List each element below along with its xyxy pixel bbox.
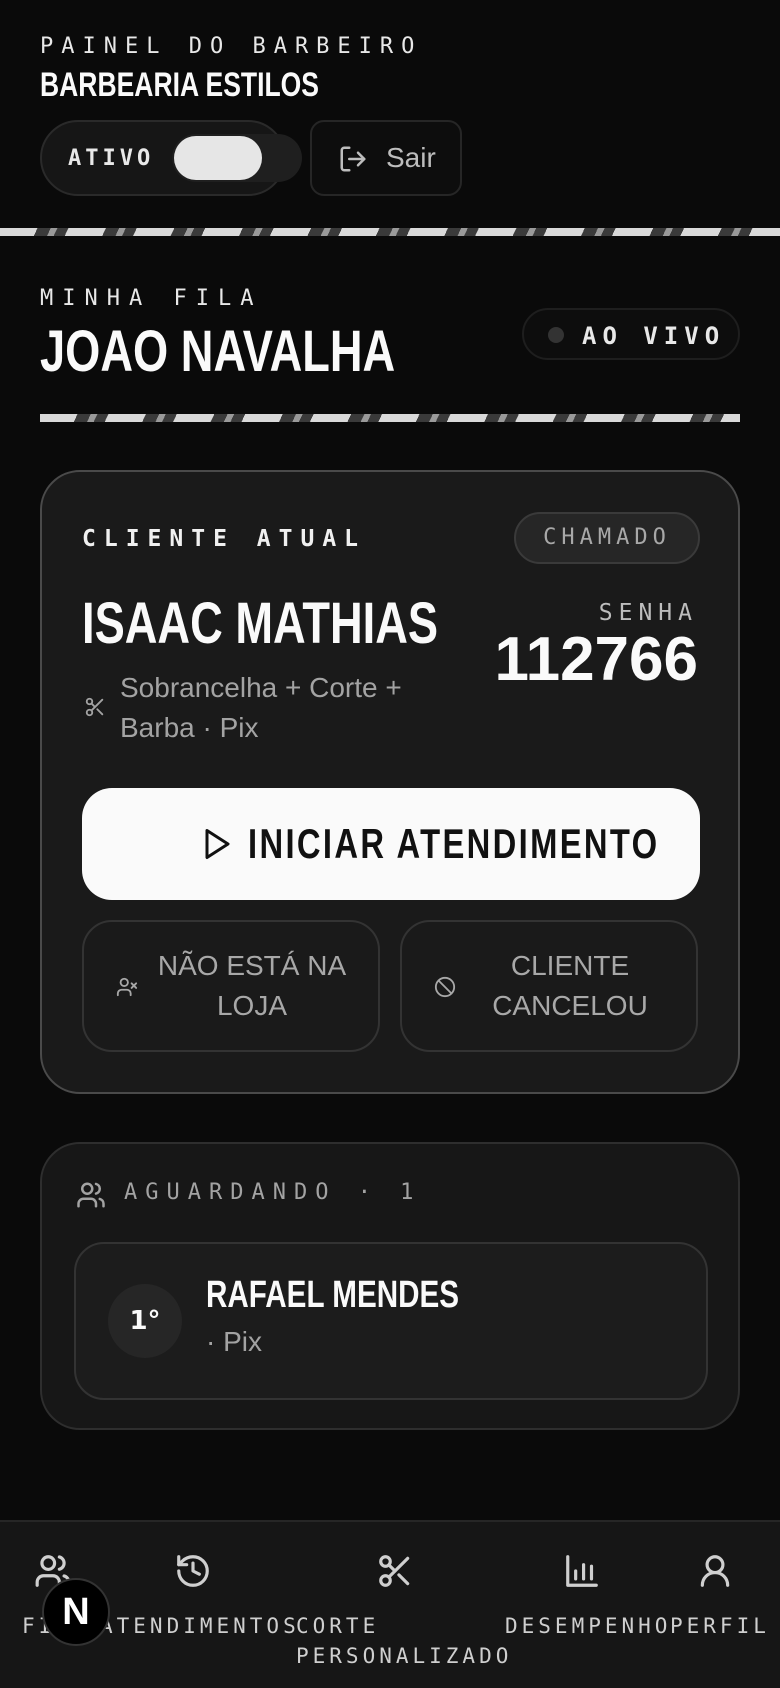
active-toggle[interactable]: ATIVO <box>40 120 302 196</box>
nav-item-atendimentos[interactable]: ATENDIMENTOS <box>100 1522 296 1688</box>
live-badge: AO VIVO <box>522 308 740 360</box>
current-client-eyebrow: CLIENTE ATUAL <box>82 526 367 552</box>
nav-label-desempenho: DESEMPENHO <box>505 1614 672 1638</box>
client-service: Sobrancelha + Corte + Barba · Pix <box>120 672 402 743</box>
barber-name: JOAO NAVALHA <box>40 319 396 384</box>
client-name: ISAAC MATHIAS <box>82 591 439 656</box>
current-client-card: CLIENTE ATUAL CHAMADO ISAAC MATHIAS Sobr… <box>40 470 740 1094</box>
ticket-number: 112766 <box>494 625 698 694</box>
not-in-store-button[interactable]: NÃO ESTÁ NA LOJA <box>82 920 380 1052</box>
status-badge: CHAMADO <box>514 512 700 564</box>
logout-button[interactable]: Sair <box>310 120 462 196</box>
nav-label-personalizado: PERSONALIZADO <box>296 1644 513 1668</box>
nav-item-corte-personalizado[interactable]: CORTE PERSONALIZADO <box>290 1522 508 1688</box>
client-cancelled-label: CLIENTE CANCELOU <box>492 950 648 1021</box>
waiting-client-meta: · Pix <box>206 1326 262 1357</box>
next-badge[interactable]: N <box>42 1578 110 1646</box>
queue-position: 1° <box>108 1284 182 1358</box>
client-cancelled-button[interactable]: CLIENTE CANCELOU <box>400 920 698 1052</box>
nav-label-perfil: PERFIL <box>670 1614 770 1638</box>
start-service-button[interactable]: INICIAR ATENDIMENTO <box>82 788 700 900</box>
waiting-client-name: RAFAEL MENDES <box>206 1274 460 1316</box>
panel-eyebrow: PAINEL DO BARBEIRO <box>40 34 423 59</box>
user-icon <box>700 1555 730 1587</box>
users-icon <box>77 1182 105 1208</box>
scissors-icon <box>379 1555 410 1587</box>
toggle-label: ATIVO <box>68 146 155 171</box>
user-x-icon <box>116 977 138 997</box>
nav-label-atendimentos: ATENDIMENTOS <box>100 1614 300 1638</box>
toggle-knob <box>174 136 262 180</box>
live-label: AO VIVO <box>582 322 726 350</box>
play-icon <box>205 829 230 859</box>
queue-eyebrow: MINHA FILA <box>40 286 263 311</box>
logout-label: Sair <box>386 142 436 173</box>
header: PAINEL DO BARBEIRO BARBEARIA ESTILOS ATI… <box>0 0 780 228</box>
waiting-label: AGUARDANDO · 1 <box>124 1180 422 1205</box>
bar-chart-icon <box>566 1555 598 1587</box>
not-in-store-label: NÃO ESTÁ NA LOJA <box>157 950 347 1021</box>
logout-icon <box>340 146 366 172</box>
live-dot-icon <box>548 327 564 343</box>
nav-item-perfil[interactable]: PERFIL <box>668 1522 780 1688</box>
scissors-icon <box>85 697 104 717</box>
header-divider <box>0 228 780 236</box>
bottom-nav: FILA ATENDIMENTOS CORTE PERSONALIZADO DE… <box>0 1520 780 1688</box>
queue-divider <box>40 414 740 422</box>
waiting-card: AGUARDANDO · 1 1° RAFAEL MENDES · Pix <box>40 1142 740 1430</box>
shop-name: BARBEARIA ESTILOS <box>40 66 319 104</box>
list-item[interactable]: 1° RAFAEL MENDES · Pix <box>74 1242 708 1400</box>
ban-icon <box>434 976 456 998</box>
toggle-switch[interactable] <box>172 134 302 182</box>
history-icon <box>177 1555 209 1587</box>
nav-item-desempenho[interactable]: DESEMPENHO <box>505 1522 667 1688</box>
nav-label-corte: CORTE <box>296 1614 380 1638</box>
start-service-label: INICIAR ATENDIMENTO <box>248 820 660 867</box>
ticket-label: SENHA <box>598 600 698 626</box>
